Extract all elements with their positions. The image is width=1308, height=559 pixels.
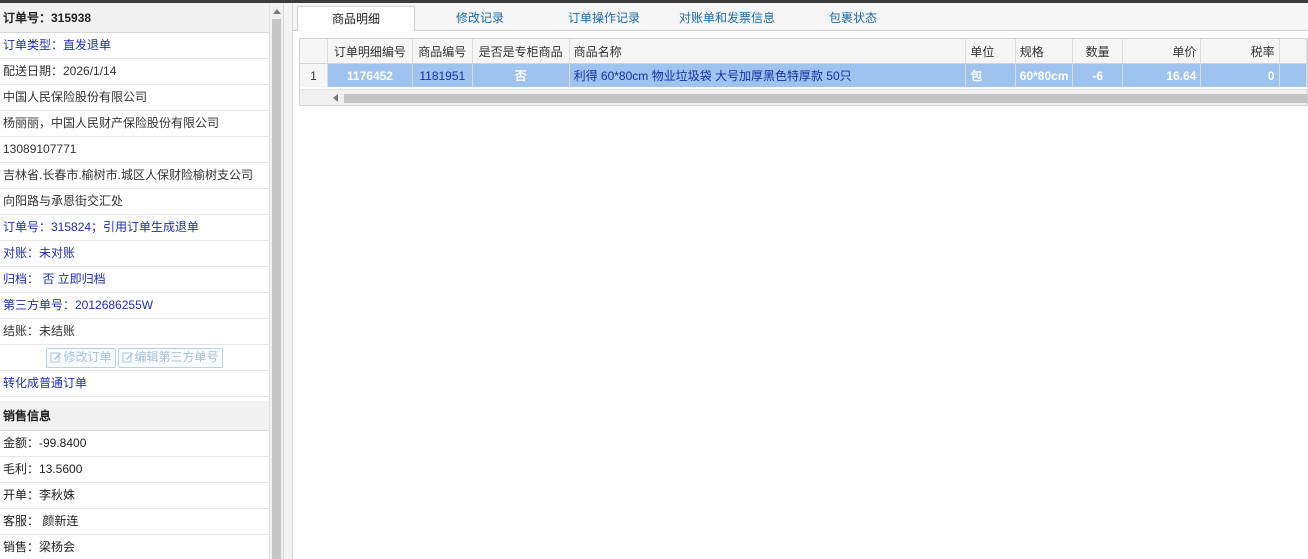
- column-header[interactable]: 订单明细编号: [327, 39, 413, 64]
- salesperson: 销售：梁杨会: [0, 535, 269, 559]
- contact-phone: 13089107771: [0, 137, 269, 163]
- column-header[interactable]: 单位: [965, 39, 1016, 64]
- tab-operation-log[interactable]: 订单操作记录: [549, 6, 659, 31]
- customer-service: 客服： 颜新连: [0, 509, 269, 535]
- grid-horizontal-scrollbar[interactable]: [300, 89, 1307, 105]
- panel-splitter[interactable]: [283, 3, 293, 559]
- edit-third-party-label: 编辑第三方单号: [134, 349, 219, 364]
- tab-bar: 商品明细 修改记录 订单操作记录 对账单和发票信息 包裹状态: [293, 3, 1308, 31]
- tab-product-details[interactable]: 商品明细: [297, 6, 415, 31]
- third-party-order-number[interactable]: 第三方单号：2012686255W: [0, 293, 269, 319]
- spec-cell[interactable]: 60*80cm: [1015, 63, 1074, 87]
- archive-status[interactable]: 归档： 否 立即归档: [0, 267, 269, 293]
- unit-price-cell[interactable]: 16.64: [1122, 63, 1202, 87]
- horizontal-scrollbar-thumb[interactable]: [344, 94, 1307, 103]
- column-header[interactable]: 商品名称: [569, 39, 967, 64]
- product-grid: 订单明细编号 商品编号 是否是专柜商品 商品名称 单位 规格 数量 单价 税率 …: [299, 38, 1308, 106]
- order-type: 订单类型：直发退单: [0, 33, 269, 59]
- product-name-cell[interactable]: 利得 60*80cm 物业垃圾袋 大号加厚黑色特厚款 50只: [569, 63, 967, 87]
- extra-cell: [1279, 63, 1307, 87]
- unit-cell[interactable]: 包: [965, 63, 1016, 87]
- product-table: 订单明细编号 商品编号 是否是专柜商品 商品名称 单位 规格 数量 单价 税率 …: [300, 39, 1307, 87]
- edit-order-label: 修改订单: [63, 349, 112, 364]
- column-header[interactable]: 是否是专柜商品: [472, 39, 570, 64]
- sales-amount: 金额：-99.8400: [0, 431, 269, 457]
- order-info-content: 订单号：315938 订单类型：直发退单 配送日期：2026/1/14 中国人民…: [0, 3, 269, 559]
- column-header[interactable]: 税率: [1200, 39, 1280, 64]
- settlement-status: 结账：未结账: [0, 319, 269, 345]
- column-header[interactable]: 商品编号: [412, 39, 473, 64]
- tax-rate-cell[interactable]: 0: [1200, 63, 1280, 87]
- tab-package-status[interactable]: 包裹状态: [803, 6, 903, 31]
- scroll-left-arrow-icon[interactable]: [333, 94, 338, 102]
- issuer: 开单：李秋姝: [0, 483, 269, 509]
- delivery-date: 配送日期：2026/1/14: [0, 59, 269, 85]
- address-line-1: 吉林省.长春市.榆树市.城区人保财险榆树支公司: [0, 163, 269, 189]
- column-header[interactable]: 规格: [1015, 39, 1074, 64]
- order-number-header: 订单号：315938: [0, 3, 269, 33]
- address-line-2: 向阳路与承恩街交汇处: [0, 189, 269, 215]
- tab-statement-invoice[interactable]: 对账单和发票信息: [667, 6, 787, 31]
- row-number: 1: [300, 63, 329, 87]
- edit-third-party-button[interactable]: 编辑第三方单号: [117, 347, 223, 368]
- gross-profit: 毛利：13.5600: [0, 457, 269, 483]
- order-actions: 修改订单 编辑第三方单号: [0, 345, 269, 371]
- row-number-header: [300, 39, 329, 64]
- sales-info-header: 销售信息: [0, 401, 269, 431]
- table-row[interactable]: 1 1176452 1181951 否 利得 60*80cm 物业垃圾袋 大号加…: [300, 63, 1307, 87]
- is-counter-cell[interactable]: 否: [472, 63, 570, 87]
- contact-name: 杨丽丽，中国人民财产保险股份有限公司: [0, 111, 269, 137]
- column-header[interactable]: 数量: [1072, 39, 1123, 64]
- detail-panel: 商品明细 修改记录 订单操作记录 对账单和发票信息 包裹状态 订单明细编号 商品…: [293, 3, 1308, 559]
- customer-company: 中国人民保险股份有限公司: [0, 85, 269, 111]
- column-header[interactable]: 单价: [1122, 39, 1202, 64]
- tab-modification-log[interactable]: 修改记录: [425, 6, 535, 31]
- referenced-order[interactable]: 订单号：315824；引用订单生成退单: [0, 215, 269, 241]
- column-header-extra: [1279, 39, 1307, 64]
- grid-header-row: 订单明细编号 商品编号 是否是专柜商品 商品名称 单位 规格 数量 单价 税率: [300, 39, 1307, 64]
- left-panel-scrollbar[interactable]: [269, 3, 283, 559]
- detail-id-cell[interactable]: 1176452: [327, 63, 413, 87]
- edit-icon: [122, 352, 133, 363]
- product-id-cell[interactable]: 1181951: [412, 63, 473, 87]
- scroll-up-arrow-icon[interactable]: [273, 9, 281, 14]
- scrollbar-thumb[interactable]: [272, 19, 281, 559]
- edit-order-button[interactable]: 修改订单: [46, 347, 116, 368]
- reconciliation-status[interactable]: 对账：未对账: [0, 241, 269, 267]
- order-info-panel: 订单号：315938 订单类型：直发退单 配送日期：2026/1/14 中国人民…: [0, 3, 283, 559]
- quantity-cell[interactable]: -6: [1072, 63, 1123, 87]
- convert-to-normal-order-link[interactable]: 转化成普通订单: [0, 371, 269, 397]
- edit-icon: [50, 352, 62, 363]
